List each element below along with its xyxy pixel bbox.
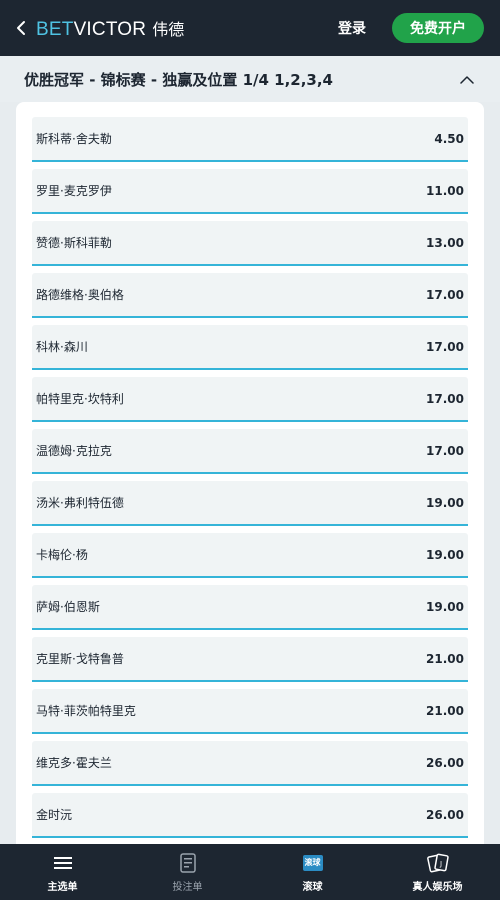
menu-icon bbox=[53, 852, 73, 874]
runner-name: 罗里·麦克罗伊 bbox=[36, 184, 112, 198]
odds-value: 4.50 bbox=[434, 131, 464, 146]
collapse-button[interactable] bbox=[458, 70, 476, 88]
odds-value: 26.00 bbox=[426, 755, 464, 770]
runner-name: 温德姆·克拉克 bbox=[36, 444, 112, 458]
logo-victor-text: VICTOR bbox=[73, 18, 147, 40]
nav-live[interactable]: 滚球 滚球 bbox=[250, 844, 375, 900]
selection-row[interactable]: 萨姆·伯恩斯 19.00 bbox=[32, 585, 468, 630]
selection-row[interactable]: 科林·森川 17.00 bbox=[32, 325, 468, 370]
logo-chinese-text: 伟德 bbox=[152, 19, 185, 39]
odds-value: 17.00 bbox=[426, 339, 464, 354]
nav-label: 投注单 bbox=[172, 881, 203, 893]
odds-value: 19.00 bbox=[426, 495, 464, 510]
chevron-up-icon bbox=[460, 75, 474, 84]
nav-label: 真人娱乐场 bbox=[412, 881, 463, 893]
top-header: BET VICTOR 伟德 登录 免费开户 bbox=[0, 0, 500, 56]
betslip-icon bbox=[179, 852, 197, 874]
odds-value: 19.00 bbox=[426, 599, 464, 614]
odds-value: 13.00 bbox=[426, 235, 464, 250]
runner-name: 金时沅 bbox=[36, 808, 73, 822]
selection-row[interactable]: 罗里·麦克罗伊 11.00 bbox=[32, 169, 468, 214]
back-button[interactable] bbox=[12, 0, 30, 56]
cards-icon: J bbox=[426, 852, 449, 874]
odds-value: 17.00 bbox=[426, 287, 464, 302]
runner-name: 维克多·霍夫兰 bbox=[36, 756, 112, 770]
odds-value: 11.00 bbox=[426, 183, 464, 198]
svg-text:J: J bbox=[439, 860, 442, 868]
selection-row[interactable]: 赞德·斯科菲勒 13.00 bbox=[32, 221, 468, 266]
selection-row[interactable]: 金时沅 26.00 bbox=[32, 793, 468, 838]
selection-row[interactable]: 汤米·弗利特伍德 19.00 bbox=[32, 481, 468, 526]
runner-name: 帕特里克·坎特利 bbox=[36, 392, 124, 406]
odds-value: 17.00 bbox=[426, 391, 464, 406]
selection-row[interactable]: 马特·菲茨帕特里克 21.00 bbox=[32, 689, 468, 734]
selection-row[interactable]: 卡梅伦·杨 19.00 bbox=[32, 533, 468, 578]
logo-bet-text: BET bbox=[36, 18, 74, 40]
nav-betslip[interactable]: 投注单 bbox=[125, 844, 250, 900]
odds-value: 26.00 bbox=[426, 807, 464, 822]
nav-main-menu[interactable]: 主选单 bbox=[0, 844, 125, 900]
runner-name: 赞德·斯科菲勒 bbox=[36, 236, 112, 250]
selection-row[interactable]: 帕特里克·坎特利 17.00 bbox=[32, 377, 468, 422]
selections-card: 斯科蒂·舍夫勒 4.50 罗里·麦克罗伊 11.00 赞德·斯科菲勒 13.00… bbox=[16, 102, 484, 862]
market-title: 优胜冠军 - 锦标赛 - 独赢及位置 1/4 1,2,3,4 bbox=[24, 70, 333, 89]
runner-name: 克里斯·戈特鲁普 bbox=[36, 652, 124, 666]
market-header[interactable]: 优胜冠军 - 锦标赛 - 独赢及位置 1/4 1,2,3,4 bbox=[0, 56, 500, 102]
betvictor-logo[interactable]: BET VICTOR 伟德 bbox=[36, 16, 184, 41]
nav-live-casino[interactable]: J 真人娱乐场 bbox=[375, 844, 500, 900]
runner-name: 马特·菲茨帕特里克 bbox=[36, 704, 136, 718]
runner-name: 斯科蒂·舍夫勒 bbox=[36, 132, 112, 146]
selection-row[interactable]: 温德姆·克拉克 17.00 bbox=[32, 429, 468, 474]
live-badge: 滚球 bbox=[302, 854, 323, 871]
bottom-nav: 主选单 投注单 滚球 滚球 J 真人娱乐场 bbox=[0, 844, 500, 900]
selection-row[interactable]: 路德维格·奥伯格 17.00 bbox=[32, 273, 468, 318]
selection-row[interactable]: 维克多·霍夫兰 26.00 bbox=[32, 741, 468, 786]
register-button[interactable]: 免费开户 bbox=[392, 13, 484, 43]
login-button[interactable]: 登录 bbox=[338, 18, 366, 38]
odds-value: 19.00 bbox=[426, 547, 464, 562]
odds-value: 17.00 bbox=[426, 443, 464, 458]
runner-name: 萨姆·伯恩斯 bbox=[36, 600, 100, 614]
selection-row[interactable]: 斯科蒂·舍夫勒 4.50 bbox=[32, 117, 468, 162]
nav-label: 滚球 bbox=[302, 881, 323, 893]
chevron-left-icon bbox=[17, 21, 25, 35]
runner-name: 路德维格·奥伯格 bbox=[36, 288, 124, 302]
live-icon: 滚球 bbox=[302, 852, 323, 874]
runner-name: 汤米·弗利特伍德 bbox=[36, 496, 124, 510]
odds-value: 21.00 bbox=[426, 703, 464, 718]
runner-name: 卡梅伦·杨 bbox=[36, 548, 88, 562]
nav-label: 主选单 bbox=[47, 881, 78, 893]
selection-row[interactable]: 克里斯·戈特鲁普 21.00 bbox=[32, 637, 468, 682]
odds-value: 21.00 bbox=[426, 651, 464, 666]
runner-name: 科林·森川 bbox=[36, 340, 88, 354]
